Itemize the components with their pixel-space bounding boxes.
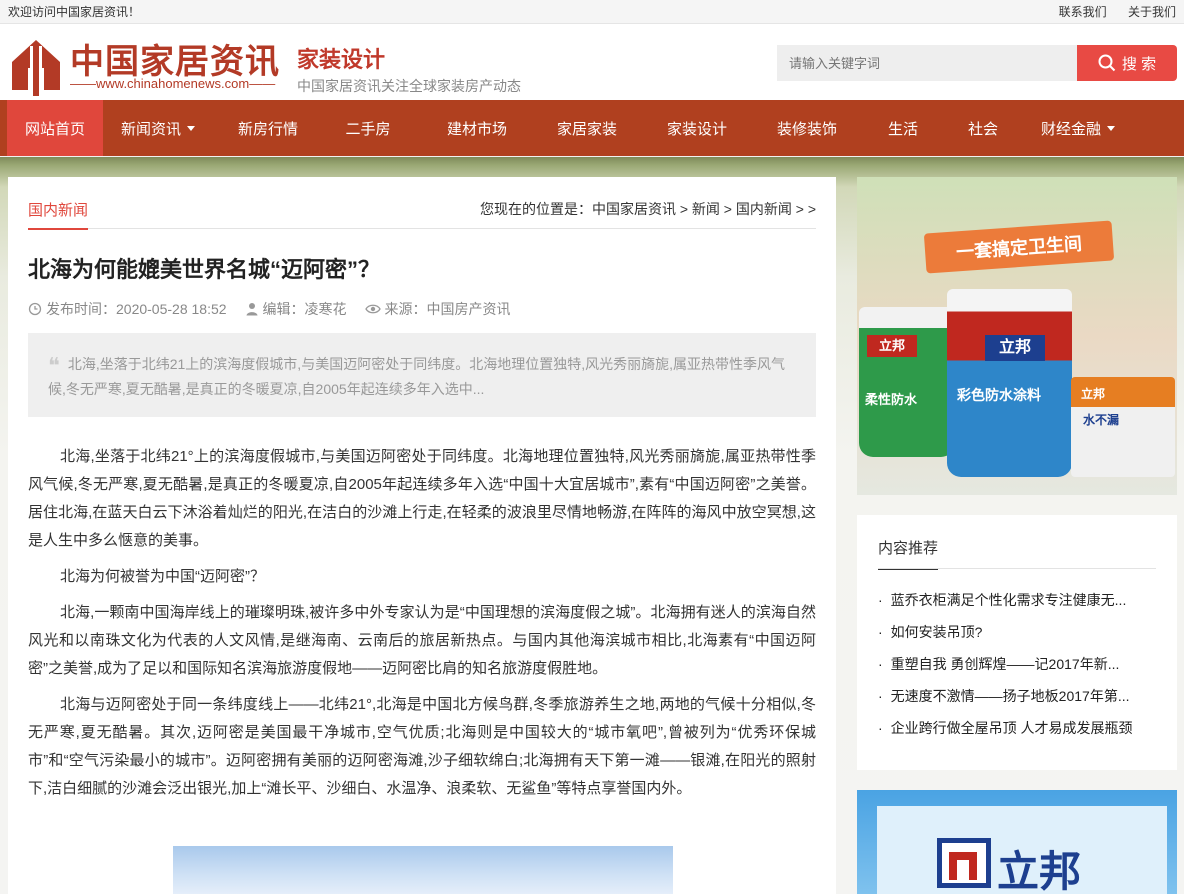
- sidebar-ad-bottom[interactable]: 立邦: [857, 790, 1177, 894]
- category-tab[interactable]: 国内新闻: [28, 199, 89, 230]
- editor: 编辑：凌寒花: [245, 299, 347, 319]
- recommend-list: 蓝乔衣柜满足个性化需求专注健康无... 如何安装吊顶? 重塑自我 勇创辉煌——记…: [878, 589, 1158, 749]
- contact-link[interactable]: 联系我们: [1059, 5, 1107, 19]
- eye-icon: [364, 304, 381, 314]
- search-input[interactable]: [777, 45, 1077, 81]
- nav-new-homes[interactable]: 新房行情: [213, 100, 323, 156]
- article-image: [173, 846, 673, 894]
- breadcrumb[interactable]: 您现在的位置是：中国家居资讯 > 新闻 > 国内新闻 > >: [480, 199, 816, 219]
- brand-logo-icon: [937, 838, 991, 888]
- product-bag: 立邦 水不漏: [1071, 377, 1175, 477]
- nav-life[interactable]: 生活: [853, 100, 953, 156]
- sidebar-ad-top[interactable]: 一套搞定卫生间 立邦 柔性防水 立邦 彩色防水涂料 立邦 水不漏: [857, 177, 1177, 495]
- article-body: 北海,坐落于北纬21°上的滨海度假城市,与美国迈阿密处于同纬度。北海地理位置独特…: [28, 443, 816, 811]
- recommend-title: 内容推荐: [878, 537, 939, 570]
- main-nav: 网站首页 新闻资讯 新房行情 二手房 建材市场 家居家装 家装设计 装修装饰 生…: [0, 100, 1184, 156]
- paragraph: 北海为何被誉为中国“迈阿密”？: [60, 568, 265, 585]
- search-button[interactable]: 搜 索: [1077, 45, 1177, 81]
- paragraph: 北海,一颗南中国海岸线上的璀璨明珠,被许多中外专家认为是“中国理想的滨海度假之城…: [28, 604, 816, 677]
- user-icon: [246, 303, 258, 316]
- list-item[interactable]: 无速度不激情——扬子地板2017年第...: [878, 685, 1158, 717]
- chevron-down-icon: [187, 125, 195, 131]
- nav-home-decor[interactable]: 家居家装: [541, 100, 633, 156]
- quote-icon: ❝: [48, 354, 60, 379]
- nav-renovation[interactable]: 装修装饰: [761, 100, 853, 156]
- chevron-down-icon: [1107, 125, 1115, 131]
- paragraph: 北海,坐落于北纬21°上的滨海度假城市,与美国迈阿密处于同纬度。北海地理位置独特…: [28, 448, 816, 549]
- clock-icon: [28, 302, 42, 316]
- nav-design[interactable]: 家装设计: [633, 100, 761, 156]
- source: 来源：中国房产资讯: [364, 299, 511, 319]
- nav-materials[interactable]: 建材市场: [413, 100, 541, 156]
- nav-society[interactable]: 社会: [953, 100, 1013, 156]
- publish-time: 发布时间：2020-05-28 18:52: [28, 299, 227, 319]
- channel-tagline: 中国家居资讯关注全球家装房产动态: [297, 78, 521, 94]
- nav-second-hand[interactable]: 二手房: [323, 100, 413, 156]
- ad-slogan: 一套搞定卫生间: [923, 220, 1115, 274]
- product-bucket-blue: 立邦 彩色防水涂料: [947, 289, 1072, 477]
- logo-icon[interactable]: [8, 32, 64, 96]
- list-item[interactable]: 企业跨行做全屋吊顶 人才易成发展瓶颈: [878, 717, 1158, 749]
- logo-url: ——www.chinahomenews.com——: [70, 76, 276, 91]
- search-button-label: 搜 索: [1121, 55, 1157, 73]
- recommend-panel: 内容推荐 蓝乔衣柜满足个性化需求专注健康无... 如何安装吊顶? 重塑自我 勇创…: [857, 515, 1177, 770]
- site-header: 中国家居资讯 ——www.chinahomenews.com—— 家装设计 中国…: [0, 24, 1184, 100]
- welcome-text: 欢迎访问中国家居资讯！: [8, 5, 141, 19]
- nav-home[interactable]: 网站首页: [7, 100, 103, 156]
- top-bar: 欢迎访问中国家居资讯！ 联系我们 关于我们: [0, 0, 1184, 24]
- list-item[interactable]: 蓝乔衣柜满足个性化需求专注健康无...: [878, 589, 1158, 621]
- article-summary: ❝ 北海,坐落于北纬21上的滨海度假城市,与美国迈阿密处于同纬度。北海地理位置独特…: [28, 333, 816, 417]
- about-link[interactable]: 关于我们: [1128, 5, 1176, 19]
- product-bucket-green: 立邦 柔性防水: [859, 307, 955, 457]
- list-item[interactable]: 如何安装吊顶?: [878, 621, 1158, 653]
- top-links: 联系我们 关于我们: [1041, 0, 1176, 23]
- article-title: 北海为何能媲美世界名城“迈阿密”？: [28, 257, 381, 282]
- divider: [878, 568, 1156, 569]
- nav-finance[interactable]: 财经金融: [1013, 100, 1143, 156]
- paragraph: 北海与迈阿密处于同一条纬度线上——北纬21°,北海是中国北方候鸟群,冬季旅游养生…: [28, 696, 816, 797]
- channel-title: 家装设计: [297, 47, 386, 72]
- ad-brand-text: 立邦: [997, 848, 1082, 894]
- nav-news[interactable]: 新闻资讯: [103, 100, 213, 156]
- search-icon: [1098, 54, 1116, 72]
- article-header-row: 国内新闻 您现在的位置是：中国家居资讯 > 新闻 > 国内新闻 > >: [28, 177, 816, 230]
- article-meta: 发布时间：2020-05-28 18:52 编辑：凌寒花 来源：中国房产资讯: [28, 299, 511, 319]
- article-card: 国内新闻 您现在的位置是：中国家居资讯 > 新闻 > 国内新闻 > > 北海为何…: [8, 177, 836, 894]
- list-item[interactable]: 重塑自我 勇创辉煌——记2017年新...: [878, 653, 1158, 685]
